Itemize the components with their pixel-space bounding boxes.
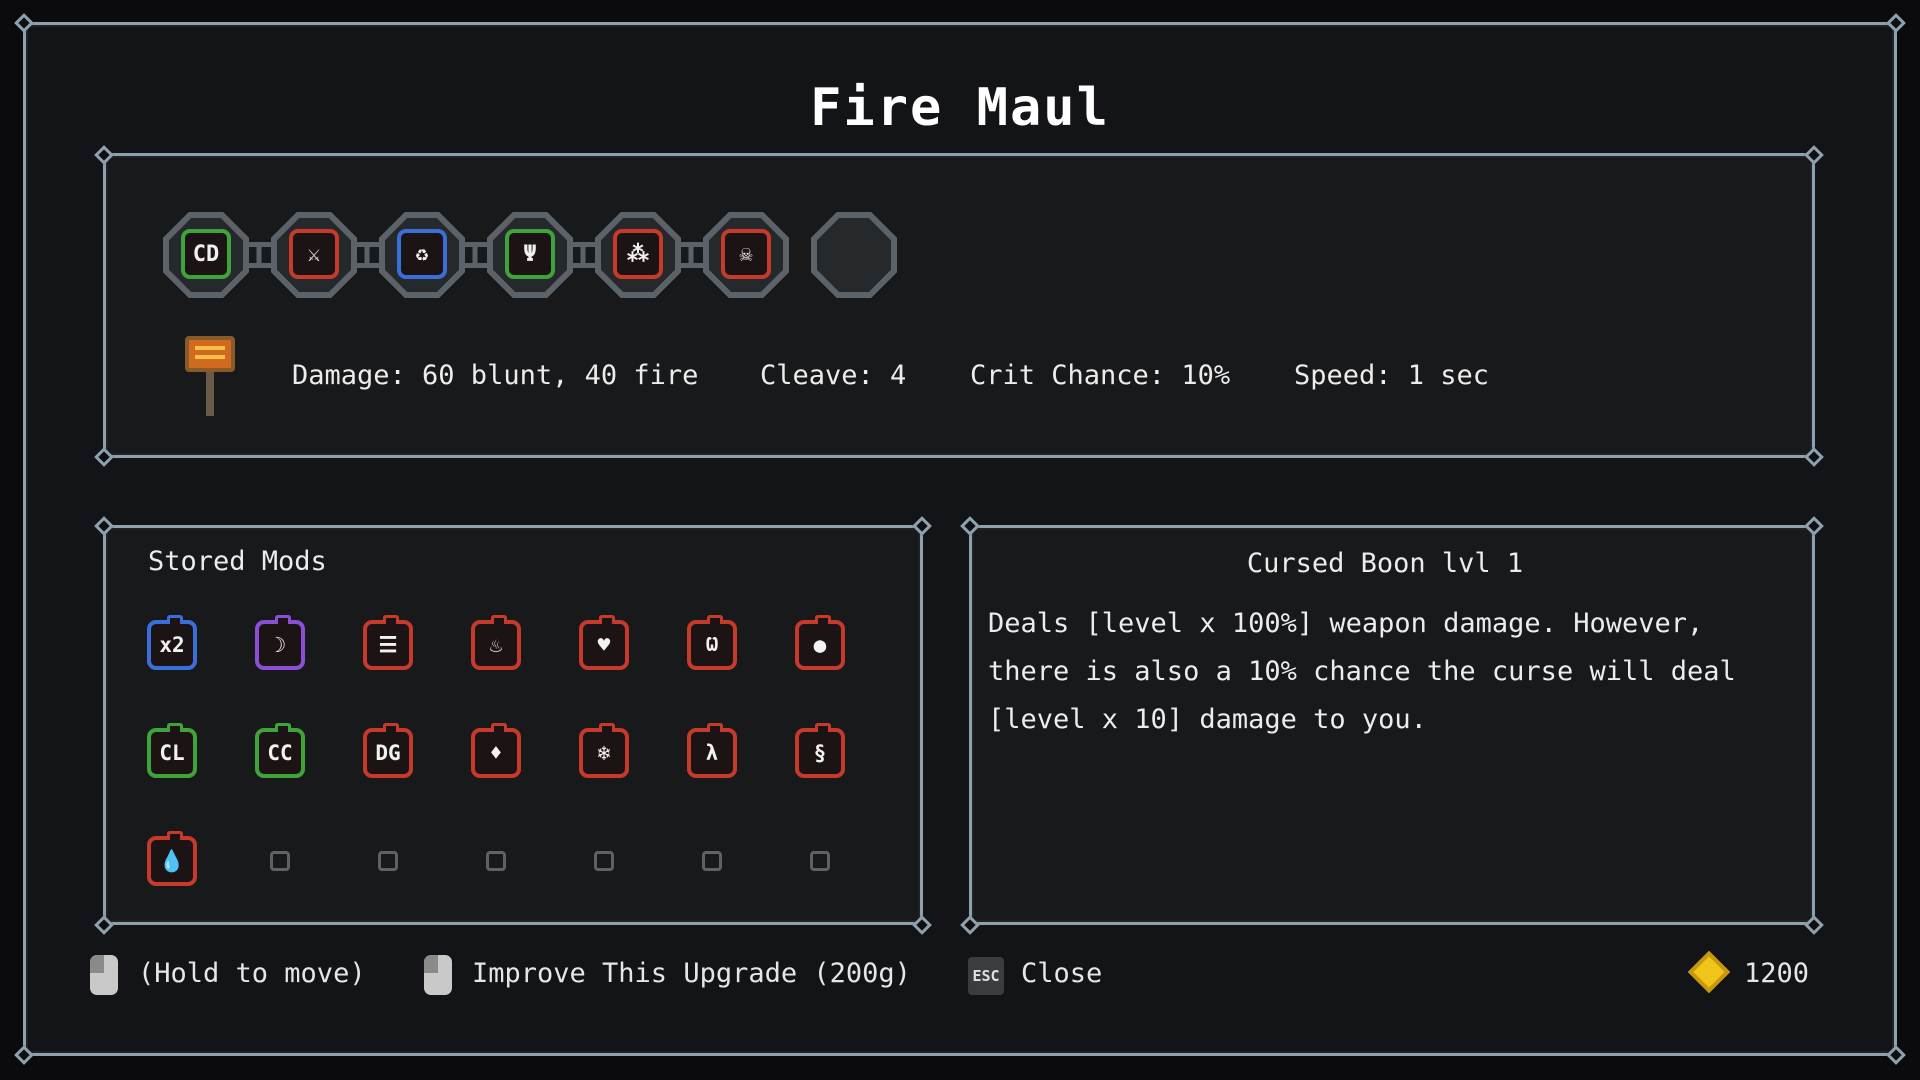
swirl-mod-icon[interactable]: § bbox=[795, 723, 845, 778]
trident-mod-icon: Ψ bbox=[505, 229, 555, 279]
slash-mod-icon: ⚔ bbox=[289, 229, 339, 279]
bite-mod-icon[interactable]: Ѡ bbox=[687, 615, 737, 670]
empty-mod-slot[interactable] bbox=[594, 851, 614, 871]
gold-amount: 1200 bbox=[1744, 958, 1810, 989]
cycle-mod-icon: ♻ bbox=[397, 229, 447, 279]
close-button[interactable]: Close bbox=[1021, 958, 1102, 989]
empty-mod-slot[interactable] bbox=[810, 851, 830, 871]
right-mouse-icon bbox=[424, 955, 452, 995]
cd-mod-icon: CD bbox=[181, 229, 231, 279]
socket-link bbox=[355, 242, 379, 268]
double-mod-icon[interactable]: x2 bbox=[147, 615, 197, 670]
improve-upgrade-button[interactable]: Improve This Upgrade (200g) bbox=[472, 958, 911, 989]
socket-link bbox=[463, 242, 487, 268]
socket-frame bbox=[817, 218, 891, 292]
mod-description: Deals [level x 100%] weapon damage. Howe… bbox=[988, 608, 1736, 735]
flames-mod-icon[interactable]: ♨ bbox=[471, 615, 521, 670]
runner-mod-icon[interactable]: λ bbox=[687, 723, 737, 778]
stored-mods-title: Stored Mods bbox=[148, 546, 327, 577]
stored-mods-panel bbox=[103, 525, 923, 925]
skull-mod-icon: ☠ bbox=[721, 229, 771, 279]
ice-mod-icon[interactable]: ❄ bbox=[579, 723, 629, 778]
left-mouse-icon bbox=[90, 955, 118, 995]
cl-mod-icon[interactable]: CL bbox=[147, 723, 197, 778]
esc-key-icon: ESC bbox=[968, 957, 1004, 995]
dg-mod-icon[interactable]: DG bbox=[363, 723, 413, 778]
fire-maul-icon bbox=[185, 336, 235, 372]
hold-to-move-hint: (Hold to move) bbox=[138, 958, 366, 989]
empty-mod-slot[interactable] bbox=[270, 851, 290, 871]
mod-socket[interactable]: ☠ bbox=[703, 212, 789, 298]
empty-mod-slot[interactable] bbox=[702, 851, 722, 871]
socket-link bbox=[679, 242, 703, 268]
bomb-mod-icon[interactable]: ● bbox=[795, 615, 845, 670]
damage-stat: Damage: 60 blunt, 40 fire bbox=[292, 360, 699, 391]
poison-mod-icon: ⁂ bbox=[613, 229, 663, 279]
mod-socket[interactable]: ⁂ bbox=[595, 212, 681, 298]
empty-mod-slot[interactable] bbox=[486, 851, 506, 871]
empty-mod-socket[interactable] bbox=[811, 212, 897, 298]
maul-handle bbox=[206, 372, 214, 416]
moon-mod-icon[interactable]: ☽ bbox=[255, 615, 305, 670]
fire-mod-icon[interactable]: ♦ bbox=[471, 723, 521, 778]
water-mod-icon[interactable]: 💧 bbox=[147, 831, 197, 886]
empty-mod-slot[interactable] bbox=[378, 851, 398, 871]
weapon-title: Fire Maul bbox=[810, 78, 1110, 138]
socket-link bbox=[247, 242, 271, 268]
mod-name: Cursed Boon lvl 1 bbox=[1246, 548, 1524, 579]
socket-link bbox=[571, 242, 595, 268]
crit-chance-stat: Crit Chance: 10% bbox=[970, 360, 1231, 391]
speed-stat: Speed: 1 sec bbox=[1294, 360, 1490, 391]
cleave-stat: Cleave: 4 bbox=[760, 360, 907, 391]
list-mod-icon[interactable]: ☰ bbox=[363, 615, 413, 670]
weapon-panel bbox=[103, 153, 1815, 458]
heart-mod-icon[interactable]: ♥ bbox=[579, 615, 629, 670]
cc-mod-icon[interactable]: CC bbox=[255, 723, 305, 778]
